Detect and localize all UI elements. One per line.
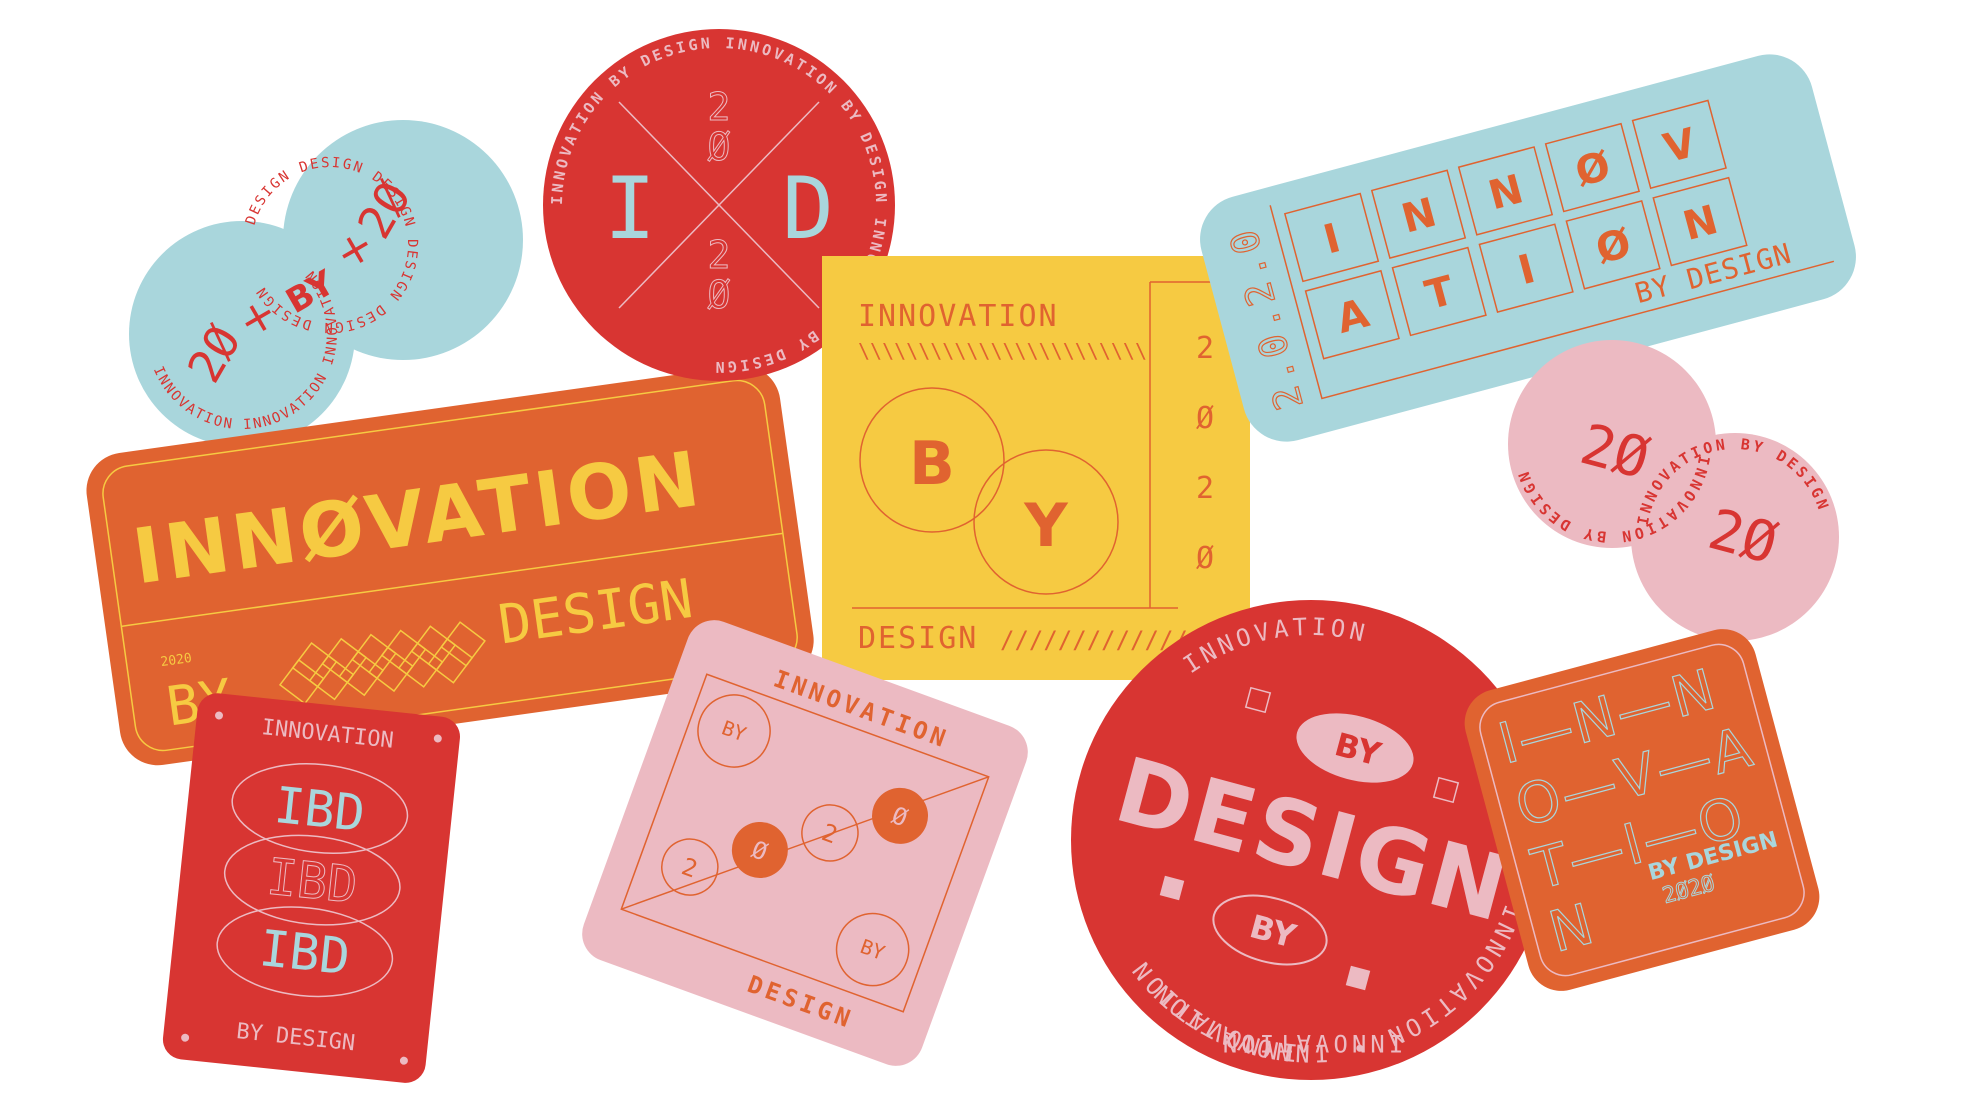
- red-ibd-text-3: IBD: [257, 919, 353, 986]
- yellow-year-digit-3: 2: [1196, 471, 1214, 506]
- yellow-letter-b: B: [909, 429, 955, 499]
- yellow-year-digit-1: 2: [1196, 331, 1214, 366]
- pink-twin-circle-sticker: INNOVATION BY DESIGN INNOVATION BY DESIG…: [1508, 340, 1839, 641]
- yellow-top-text: INNOVATION: [858, 299, 1059, 334]
- blue-twin-circle-sticker: DESIGN DESIGN DESIGN DESIGN DESIGN DESIG…: [129, 120, 523, 447]
- red-ibd-sticker: INNOVATION IBD IBD IBD BY DESIGN: [162, 693, 460, 1083]
- yellow-top-hatch: \\\\\\\\\\\\\\\\\\\\\\\\: [858, 339, 1147, 363]
- red-ibd-text-2: IBD: [264, 848, 360, 915]
- red-id-bottom-digit-1: 2: [708, 233, 731, 277]
- red-id-bottom-digit-2: Ø: [708, 273, 731, 317]
- yellow-letter-y: Y: [1023, 491, 1069, 561]
- red-big-circle-sticker: INNOVATION • INNOVATION INNOVATION INNOV…: [1071, 600, 1551, 1080]
- red-id-letter-i: I: [604, 159, 656, 259]
- red-id-letter-d: D: [782, 159, 834, 259]
- red-big-ring-bottom: INNOVATION: [1219, 1029, 1404, 1057]
- yellow-year-digit-2: Ø: [1196, 401, 1214, 436]
- red-id-top-digit-1: 2: [708, 85, 731, 129]
- sticker-collage: DESIGN DESIGN DESIGN DESIGN DESIGN DESIG…: [86, 29, 1856, 1083]
- yellow-year-digit-4: Ø: [1196, 541, 1214, 576]
- red-ibd-text-1: IBD: [272, 776, 368, 843]
- red-id-top-digit-2: Ø: [708, 125, 731, 169]
- yellow-square-sticker: INNOVATION \\\\\\\\\\\\\\\\\\\\\\\\ B Y …: [822, 256, 1250, 680]
- yellow-bottom-text: DESIGN: [858, 621, 978, 656]
